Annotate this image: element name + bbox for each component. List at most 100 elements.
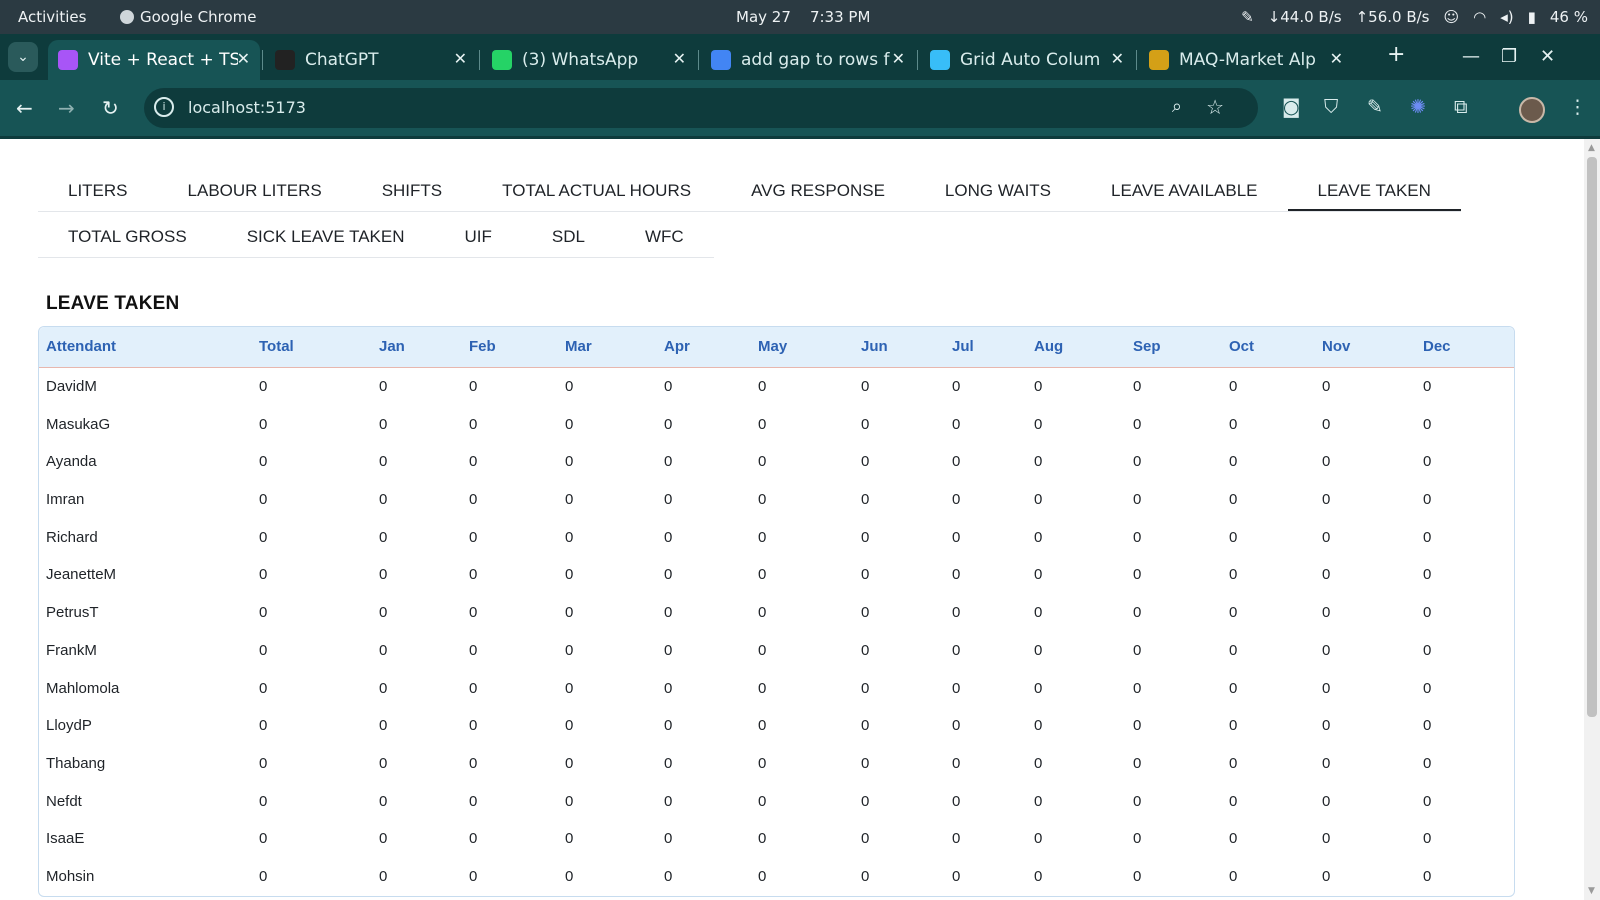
leave-value: 0 (952, 867, 961, 885)
scroll-up-arrow-icon[interactable]: ▲ (1588, 143, 1595, 153)
table-row[interactable]: MasukaG 0 0 0 0 0 0 0 0 0 0 0 0 0 (39, 406, 1514, 444)
browser-tab[interactable]: MAQ-Market Alp ✕ (1139, 40, 1353, 80)
browser-tab-title: Vite + React + TS (88, 50, 238, 70)
column-header-aug[interactable]: Aug (1034, 338, 1063, 355)
table-row[interactable]: Richard 0 0 0 0 0 0 0 0 0 0 0 0 0 (39, 519, 1514, 557)
tab-total-actual-hours[interactable]: TOTAL ACTUAL HOURS (472, 168, 721, 211)
tab-search-button[interactable]: ⌄ (8, 42, 38, 72)
maq-icon (1149, 50, 1169, 70)
leave-value: 0 (469, 679, 478, 697)
column-header-dec[interactable]: Dec (1423, 338, 1451, 355)
menu-kebab-icon[interactable]: ⋮ (1568, 96, 1587, 118)
extensions-puzzle-icon[interactable]: ⧉ (1454, 96, 1468, 118)
leave-value: 0 (664, 830, 673, 848)
zoom-icon[interactable]: ⌕ (1172, 96, 1182, 117)
tab-labour-liters[interactable]: LABOUR LITERS (158, 168, 352, 211)
column-header-mar[interactable]: Mar (565, 338, 592, 355)
browser-tab[interactable]: add gap to rows f ✕ (701, 40, 915, 80)
column-header-jul[interactable]: Jul (952, 338, 974, 355)
close-window-icon[interactable]: ✕ (1540, 46, 1555, 67)
column-header-jun[interactable]: Jun (861, 338, 888, 355)
reload-icon[interactable]: ↻ (102, 96, 119, 120)
screenshot-camera-icon[interactable]: ◙ (1282, 96, 1300, 118)
table-row[interactable]: FrankM 0 0 0 0 0 0 0 0 0 0 0 0 0 (39, 632, 1514, 670)
table-row[interactable]: Mohsin 0 0 0 0 0 0 0 0 0 0 0 0 0 (39, 858, 1514, 896)
profile-avatar[interactable] (1519, 97, 1545, 123)
table-row[interactable]: Ayanda 0 0 0 0 0 0 0 0 0 0 0 0 0 (39, 443, 1514, 481)
leave-value: 0 (469, 453, 478, 471)
browser-tab[interactable]: Grid Auto Colum ✕ (920, 40, 1134, 80)
leave-value: 0 (565, 867, 574, 885)
leave-value: 0 (1229, 415, 1238, 433)
table-row[interactable]: Thabang 0 0 0 0 0 0 0 0 0 0 0 0 0 (39, 745, 1514, 783)
column-header-oct[interactable]: Oct (1229, 338, 1254, 355)
address-bar[interactable]: i localhost:5173 ⌕ ☆ (144, 88, 1258, 128)
table-row[interactable]: IsaaE 0 0 0 0 0 0 0 0 0 0 0 0 0 (39, 820, 1514, 858)
column-header-jan[interactable]: Jan (379, 338, 405, 355)
app-menu[interactable]: Google Chrome (120, 8, 257, 26)
close-tab-icon[interactable]: ✕ (1330, 49, 1343, 68)
browser-tab[interactable]: (3) WhatsApp ✕ (482, 40, 696, 80)
tab-long-waits[interactable]: LONG WAITS (915, 168, 1081, 211)
restore-icon[interactable]: ❐ (1501, 46, 1517, 67)
browser-tab[interactable]: ChatGPT ✕ (265, 40, 477, 80)
close-tab-icon[interactable]: ✕ (673, 49, 686, 68)
tab-wfc[interactable]: WFC (615, 214, 714, 257)
tab-liters[interactable]: LITERS (38, 168, 158, 211)
site-info-icon[interactable]: i (154, 97, 174, 117)
table-row[interactable]: Nefdt 0 0 0 0 0 0 0 0 0 0 0 0 0 (39, 783, 1514, 821)
back-arrow-icon[interactable]: ← (16, 96, 33, 120)
tab-avg-response[interactable]: AVG RESPONSE (721, 168, 915, 211)
column-header-sep[interactable]: Sep (1133, 338, 1161, 355)
tab-sick-leave-taken[interactable]: SICK LEAVE TAKEN (217, 214, 435, 257)
close-tab-icon[interactable]: ✕ (454, 49, 467, 68)
leave-value: 0 (1322, 453, 1331, 471)
column-header-total[interactable]: Total (259, 338, 294, 355)
table-row[interactable]: DavidM 0 0 0 0 0 0 0 0 0 0 0 0 0 (39, 368, 1514, 406)
table-row[interactable]: Imran 0 0 0 0 0 0 0 0 0 0 0 0 0 (39, 481, 1514, 519)
tab-leave-taken[interactable]: LEAVE TAKEN (1287, 168, 1461, 211)
column-header-apr[interactable]: Apr (664, 338, 690, 355)
bookmark-star-icon[interactable]: ☆ (1206, 95, 1224, 119)
column-header-feb[interactable]: Feb (469, 338, 496, 355)
page-scrollbar[interactable]: ▲ ▼ (1584, 139, 1600, 900)
clock[interactable]: May 27 7:33 PM (736, 8, 870, 26)
minimize-icon[interactable]: — (1462, 46, 1480, 67)
forward-arrow-icon[interactable]: → (58, 96, 75, 120)
scrollbar-thumb[interactable] (1587, 157, 1597, 717)
gear-extension-icon[interactable]: ✺ (1410, 96, 1426, 118)
leave-value: 0 (664, 717, 673, 735)
tab-total-gross[interactable]: TOTAL GROSS (38, 214, 217, 257)
column-header-attendant[interactable]: Attendant (46, 338, 116, 355)
leave-value: 0 (952, 378, 961, 395)
tab-leave-available[interactable]: LEAVE AVAILABLE (1081, 168, 1287, 211)
table-row[interactable]: Mahlomola 0 0 0 0 0 0 0 0 0 0 0 0 0 (39, 670, 1514, 708)
tab-shifts[interactable]: SHIFTS (352, 168, 472, 211)
column-header-may[interactable]: May (758, 338, 787, 355)
column-header-nov[interactable]: Nov (1322, 338, 1350, 355)
new-tab-button[interactable]: + (1387, 42, 1405, 67)
url-text[interactable]: localhost:5173 (188, 98, 306, 117)
close-tab-icon[interactable]: ✕ (1111, 49, 1124, 68)
table-row[interactable]: PetrusT 0 0 0 0 0 0 0 0 0 0 0 0 0 (39, 594, 1514, 632)
table-row[interactable]: LloydP 0 0 0 0 0 0 0 0 0 0 0 0 0 (39, 707, 1514, 745)
leave-value: 0 (664, 641, 673, 659)
leave-value: 0 (1133, 378, 1142, 395)
eyedropper-extension-icon[interactable]: ✎ (1367, 96, 1383, 118)
accessibility-icon[interactable]: ☺ (1444, 8, 1460, 26)
close-tab-icon[interactable]: ✕ (892, 49, 905, 68)
leave-value: 0 (861, 792, 870, 810)
tab-uif[interactable]: UIF (435, 214, 522, 257)
scroll-down-arrow-icon[interactable]: ▼ (1588, 886, 1595, 896)
browser-tab[interactable]: Vite + React + TS ✕ (48, 40, 260, 80)
tab-sdl[interactable]: SDL (522, 214, 615, 257)
system-tray[interactable]: ✎ ↓44.0 B/s ↑56.0 B/s ☺ ◠ ◂) ▮ 46 % (1241, 8, 1588, 26)
table-row[interactable]: JeanetteM 0 0 0 0 0 0 0 0 0 0 0 0 0 (39, 556, 1514, 594)
close-tab-icon[interactable]: ✕ (237, 49, 250, 68)
activities-button[interactable]: Activities (18, 8, 86, 26)
leave-value: 0 (758, 453, 767, 471)
leave-value: 0 (1229, 717, 1238, 735)
leave-value: 0 (1423, 792, 1432, 810)
leave-value: 0 (664, 604, 673, 622)
shield-extension-icon[interactable]: ⛉ (1324, 96, 1338, 118)
